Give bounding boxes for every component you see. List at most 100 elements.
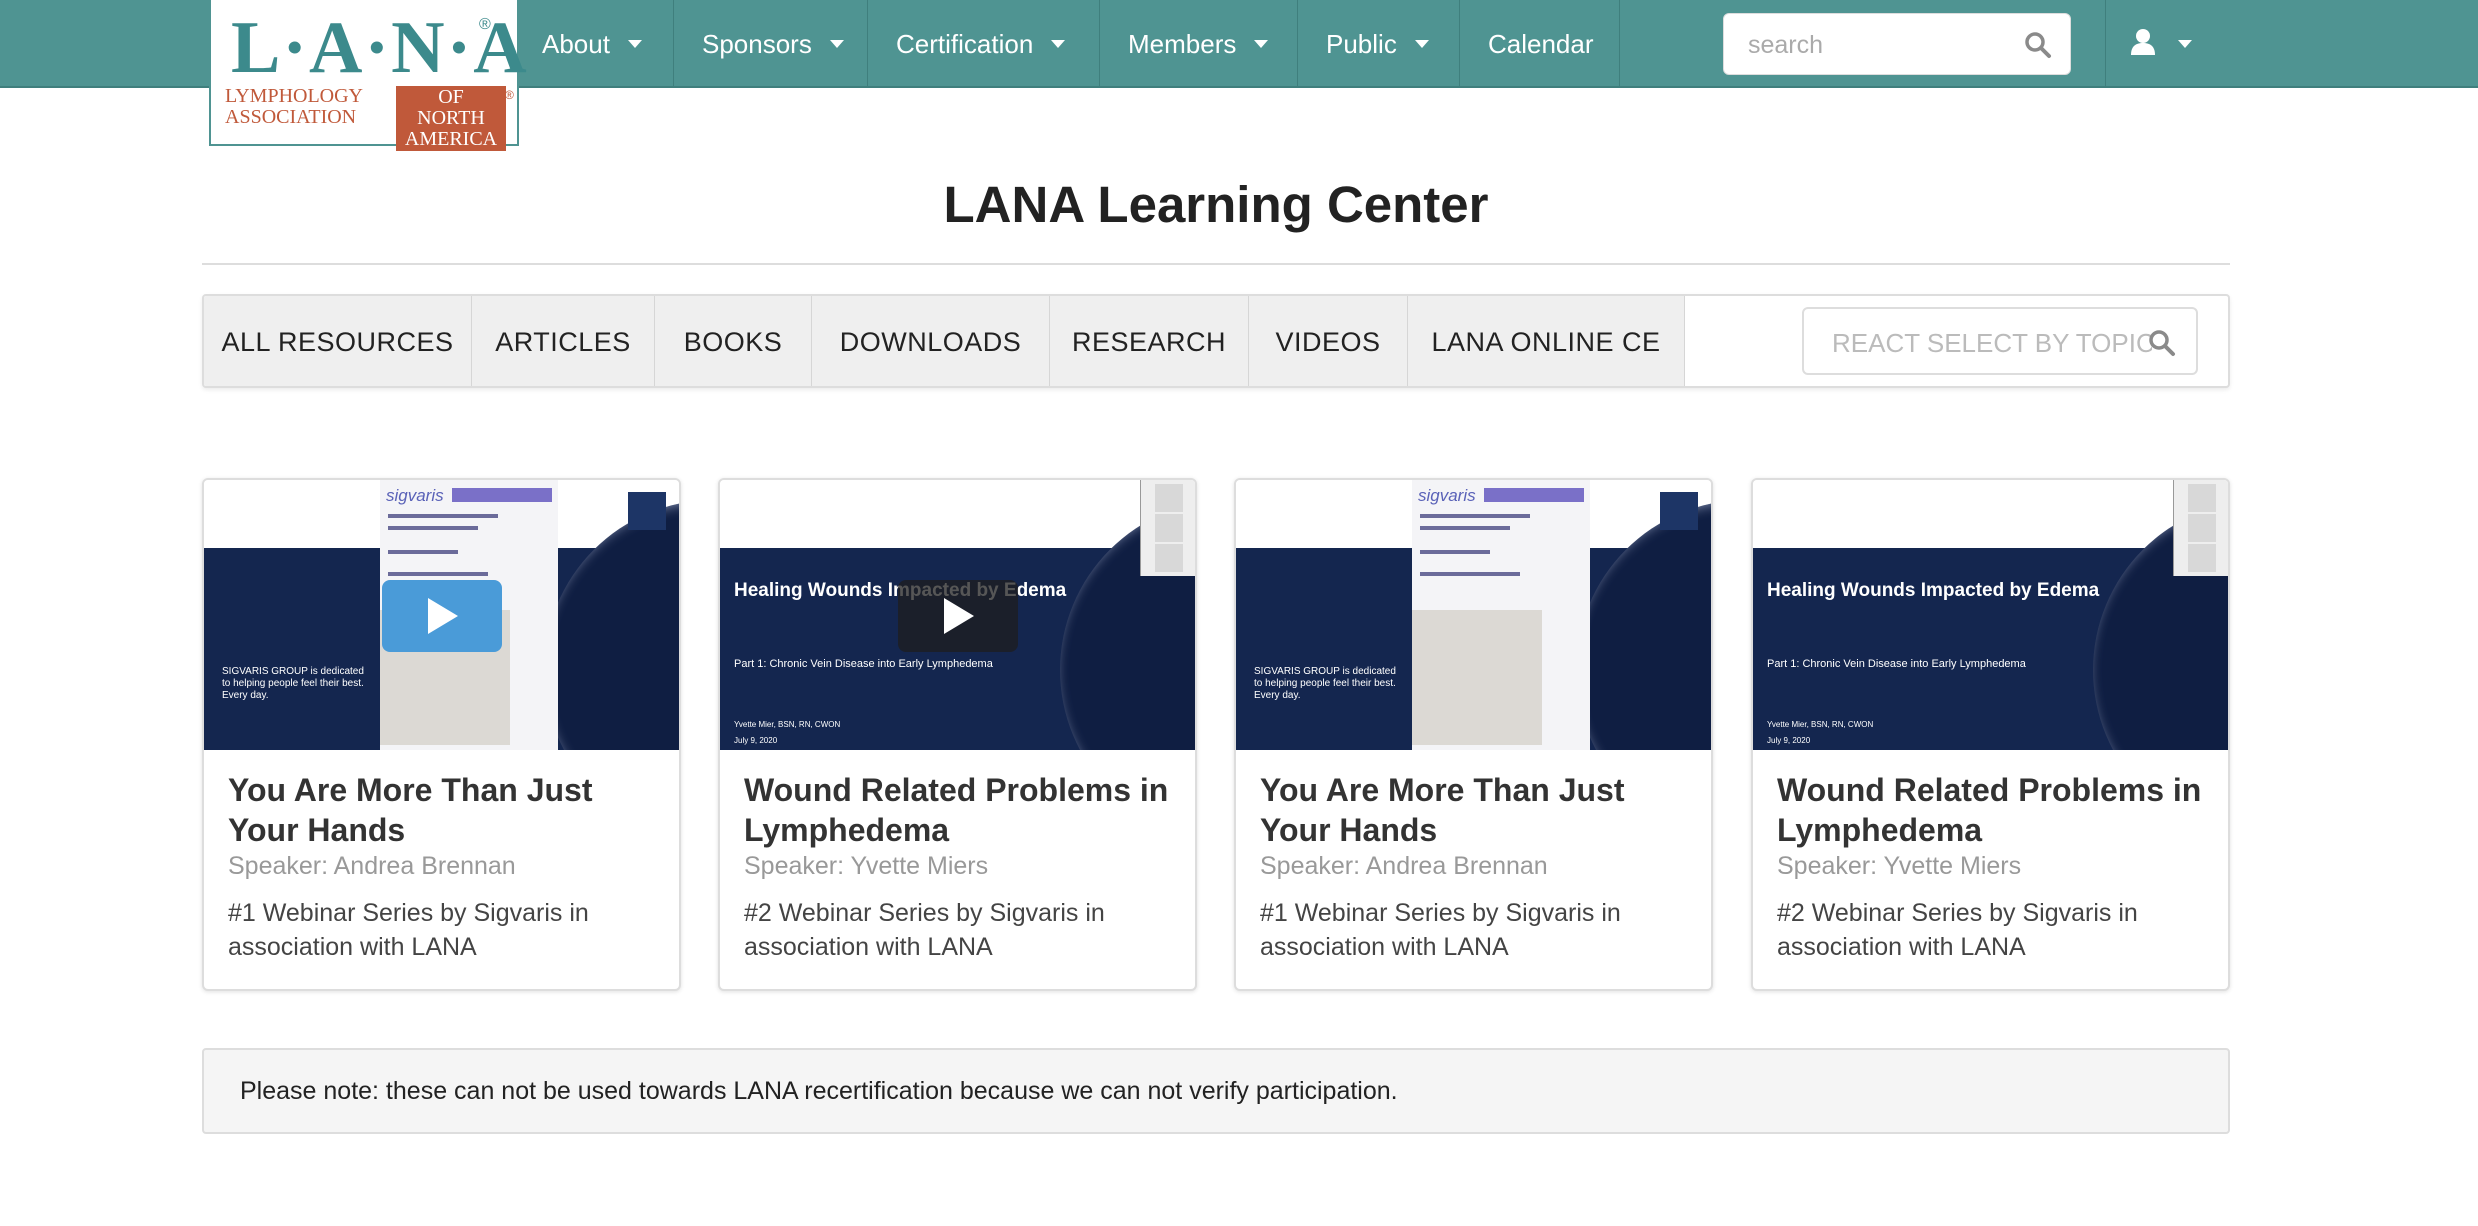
- slide-brand: sigvaris: [386, 486, 444, 505]
- slide-decoration: [544, 500, 679, 750]
- nav-public[interactable]: Public: [1297, 0, 1459, 88]
- nav-sponsors-label: Sponsors: [702, 28, 812, 59]
- card-description: #1 Webinar Series by Sigvaris in associa…: [228, 899, 589, 961]
- logo-box-line-1: OF NORTH: [417, 86, 485, 129]
- page-title: LANA Learning Center: [943, 176, 1489, 233]
- nav-search-box: [1723, 13, 2071, 75]
- search-icon: [2148, 329, 2176, 362]
- chevron-down-icon: [2178, 40, 2192, 48]
- nav-certification[interactable]: Certification: [867, 0, 1099, 88]
- slide-decoration: [1576, 500, 1711, 750]
- nav-sponsors[interactable]: Sponsors: [673, 0, 867, 88]
- slide-brand-bar: [452, 488, 552, 502]
- user-menu[interactable]: [2105, 0, 2225, 88]
- webcam-tile: [1155, 484, 1183, 512]
- slide-subtitle: Part 1: Chronic Vein Disease into Early …: [734, 658, 993, 670]
- note-text: Please note: these can not be used towar…: [240, 1077, 1398, 1105]
- play-button[interactable]: [898, 580, 1018, 652]
- logo-line-1: LYMPHOLOGY: [225, 85, 363, 107]
- card-title[interactable]: You Are More Than Just Your Hands: [228, 770, 658, 850]
- nav-about[interactable]: About: [513, 0, 673, 88]
- resource-card[interactable]: sigvaris SIGVARIS GROUP is dedicated to …: [1234, 478, 1713, 991]
- chevron-down-icon: [1051, 40, 1066, 48]
- nav-members-label: Members: [1128, 28, 1237, 59]
- tab-research[interactable]: RESEARCH: [1050, 296, 1249, 386]
- tab-all-resources[interactable]: ALL RESOURCES: [204, 296, 472, 386]
- tab-articles[interactable]: ARTICLES: [472, 296, 655, 386]
- sigvaris-group-badge: [1660, 492, 1698, 530]
- search-icon[interactable]: [2024, 31, 2052, 64]
- webcam-tile: [2188, 514, 2216, 542]
- lana-logo[interactable]: L·A·N·A ® LYMPHOLOGY ASSOCIATION OF NORT…: [209, 0, 527, 151]
- video-thumbnail[interactable]: sigvaris SIGVARIS GROUP is dedicated to …: [1236, 480, 1711, 750]
- nav-divider: [1619, 0, 1620, 88]
- slide-presenter: Yvette Mier, BSN, RN, CWON: [734, 720, 841, 729]
- card-speaker: Speaker: Yvette Miers: [744, 852, 989, 880]
- slide-brand: sigvaris: [1418, 486, 1476, 505]
- tab-books[interactable]: BOOKS: [655, 296, 812, 386]
- search-input[interactable]: [1748, 28, 2018, 62]
- sigvaris-group-badge: [628, 492, 666, 530]
- play-icon: [428, 598, 458, 634]
- slide-copy: SIGVARIS GROUP is dedicated to helping p…: [222, 666, 364, 701]
- slide-text-line: [388, 550, 458, 554]
- webcam-strip: [2173, 480, 2228, 576]
- webcam-strip: [1140, 480, 1195, 576]
- slide-title: Healing Wounds Impacted by Edema: [1767, 580, 2100, 601]
- video-thumbnail[interactable]: Healing Wounds Impacted by Edema Part 1:…: [1753, 480, 2228, 750]
- slide-date: July 9, 2020: [734, 736, 778, 745]
- card-speaker: Speaker: Andrea Brennan: [228, 852, 516, 880]
- card-title[interactable]: Wound Related Problems in Lymphedema: [744, 770, 1174, 850]
- chevron-down-icon: [1414, 40, 1429, 48]
- slide-text-line: [1420, 514, 1530, 518]
- webcam-tile: [2188, 544, 2216, 572]
- slide-text-line: [1420, 572, 1520, 576]
- tab-lana-online-ce[interactable]: LANA ONLINE CE: [1408, 296, 1685, 386]
- logo-subtitle: LYMPHOLOGY ASSOCIATION: [225, 86, 395, 128]
- slide-subtitle: Part 1: Chronic Vein Disease into Early …: [1767, 658, 2026, 670]
- slide-text-line: [1420, 526, 1510, 530]
- tab-downloads[interactable]: DOWNLOADS: [812, 296, 1050, 386]
- webcam-tile: [1155, 544, 1183, 572]
- card-title[interactable]: You Are More Than Just Your Hands: [1260, 770, 1690, 850]
- logo-box-line-2: AMERICA: [404, 128, 498, 150]
- slide-date: July 9, 2020: [1767, 736, 1811, 745]
- tab-videos[interactable]: VIDEOS: [1249, 296, 1408, 386]
- title-divider: [202, 263, 2230, 265]
- slide-text-line: [388, 526, 478, 530]
- logo-registered-mark: ®: [479, 16, 491, 33]
- card-title[interactable]: Wound Related Problems in Lymphedema: [1777, 770, 2207, 850]
- chevron-down-icon: [829, 40, 844, 48]
- nav-about-label: About: [542, 28, 610, 59]
- logo-orange-box: OF NORTH AMERICA: [396, 86, 506, 151]
- slide-brand-bar: [1484, 488, 1584, 502]
- slide-presenter: Yvette Mier, BSN, RN, CWON: [1767, 720, 1874, 729]
- logo-line-2: ASSOCIATION: [225, 106, 357, 128]
- resource-card[interactable]: Healing Wounds Impacted by Edema Part 1:…: [1751, 478, 2230, 991]
- video-thumbnail[interactable]: sigvaris SIGVARIS GROUP is dedicated to …: [204, 480, 679, 750]
- card-speaker: Speaker: Andrea Brennan: [1260, 852, 1548, 880]
- resource-card[interactable]: Healing Wounds Impacted by Edema Part 1:…: [718, 478, 1197, 991]
- card-description: #2 Webinar Series by Sigvaris in associa…: [1777, 899, 2138, 961]
- slide-flyer: sigvaris: [1412, 480, 1590, 750]
- play-icon: [944, 598, 974, 634]
- slide-copy: SIGVARIS GROUP is dedicated to helping p…: [1254, 666, 1396, 701]
- logo-registered-mark-2: ®: [505, 88, 514, 102]
- webcam-tile: [2188, 484, 2216, 512]
- card-description: #2 Webinar Series by Sigvaris in associa…: [744, 899, 1105, 961]
- video-thumbnail[interactable]: Healing Wounds Impacted by Edema Part 1:…: [720, 480, 1195, 750]
- topic-select[interactable]: REACT SELECT BY TOPIC: [1802, 307, 2198, 375]
- slide-text-line: [1420, 550, 1490, 554]
- nav-calendar-label: Calendar: [1488, 28, 1594, 59]
- slide-text-line: [388, 572, 488, 576]
- nav-calendar[interactable]: Calendar: [1459, 0, 1619, 88]
- chevron-down-icon: [1254, 40, 1269, 48]
- resource-filter-bar: ALL RESOURCES ARTICLES BOOKS DOWNLOADS R…: [202, 294, 2230, 388]
- nav-public-label: Public: [1326, 28, 1397, 59]
- play-button[interactable]: [382, 580, 502, 652]
- card-description: #1 Webinar Series by Sigvaris in associa…: [1260, 899, 1621, 961]
- resource-card[interactable]: sigvaris SIGVARIS GROUP is dedicated to …: [202, 478, 681, 991]
- recertification-note: Please note: these can not be used towar…: [202, 1048, 2230, 1134]
- slide-text-line: [388, 514, 498, 518]
- nav-members[interactable]: Members: [1099, 0, 1297, 88]
